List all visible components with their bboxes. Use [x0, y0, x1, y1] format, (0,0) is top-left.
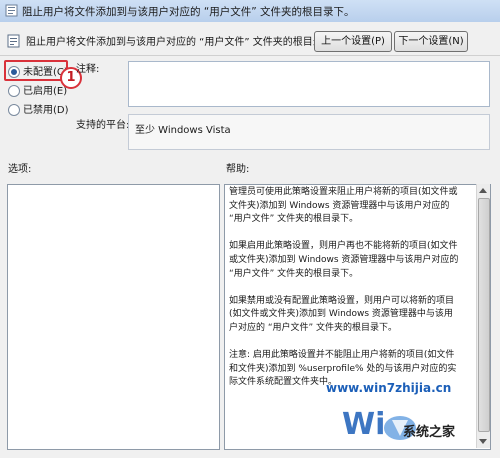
help-label: 帮助: [226, 164, 250, 175]
watermark-url: www.win7zhijia.cn [326, 381, 452, 395]
help-paragraph: 管理员可使用此策略设置来阻止用户将新的项目(如文件或文件夹)添加到 Window… [229, 187, 458, 225]
svg-text:Wi: Wi [342, 407, 385, 442]
platform-label: 支持的平台: [76, 120, 130, 131]
help-text: 管理员可使用此策略设置来阻止用户将新的项目(如文件或文件夹)添加到 Window… [229, 186, 461, 404]
comment-label: 注释: [76, 64, 100, 75]
scroll-thumb[interactable] [478, 198, 490, 432]
options-pane [7, 184, 220, 450]
header-separator [0, 55, 500, 56]
platform-value: 至少 Windows Vista [135, 125, 231, 136]
watermark-site-name: 系统之家 [403, 425, 456, 440]
help-paragraph: 如果禁用或没有配置此策略设置，则用户可以将新的项目(如文件或文件夹)添加到 Wi… [229, 295, 455, 333]
window-title: 阻止用户将文件添加到与该用户对应的 “用户文件” 文件夹的根目录下。 [22, 6, 355, 18]
options-label: 选项: [8, 164, 32, 175]
radio-icon [8, 104, 20, 116]
previous-setting-button[interactable]: 上一个设置(P) [314, 31, 392, 52]
radio-enabled[interactable]: 已启用(E) [8, 82, 68, 97]
platform-box: 至少 Windows Vista [128, 114, 490, 150]
radio-disabled[interactable]: 已禁用(D) [8, 101, 69, 116]
help-paragraph: 如果启用此策略设置，则用户再也不能将新的项目(如文件或文件夹)添加到 Windo… [229, 241, 459, 279]
policy-heading: 阻止用户将文件添加到与该用户对应的 “用户文件” 文件夹的根目录下。 [26, 37, 343, 48]
radio-enabled-label: 已启用(E) [23, 86, 68, 97]
radio-icon [8, 85, 20, 97]
comment-textarea[interactable] [128, 61, 490, 107]
scroll-up-icon[interactable] [479, 188, 487, 193]
radio-disabled-label: 已禁用(D) [23, 105, 69, 116]
policy-icon [5, 4, 18, 17]
annotation-highlight-box [4, 60, 68, 81]
policy-setting-icon [7, 34, 20, 48]
title-bar: 阻止用户将文件添加到与该用户对应的 “用户文件” 文件夹的根目录下。 [0, 0, 500, 23]
next-setting-button[interactable]: 下一个设置(N) [394, 31, 468, 52]
